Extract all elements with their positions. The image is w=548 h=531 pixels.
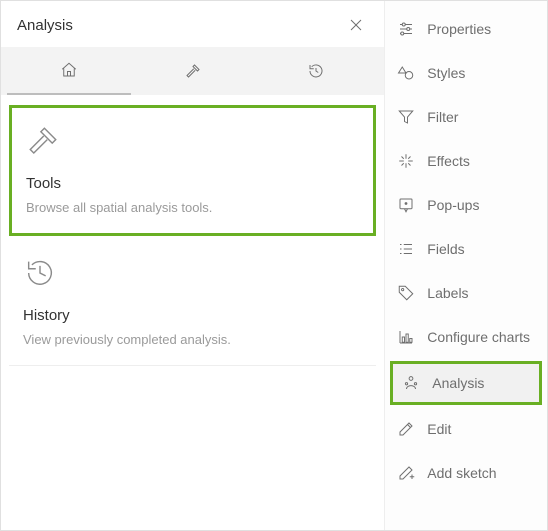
analysis-pane: Analysis	[0, 0, 548, 531]
sparkle-icon	[397, 152, 415, 170]
rail-styles[interactable]: Styles	[385, 51, 547, 95]
rail-analysis-highlight: Analysis	[390, 361, 542, 405]
analysis-icon	[402, 374, 420, 392]
settings-rail: Properties Styles Filter Effects Pop-ups	[385, 1, 547, 530]
tag-icon	[397, 284, 415, 302]
popup-icon	[397, 196, 415, 214]
rail-label: Pop-ups	[427, 197, 479, 213]
history-card-title: History	[23, 307, 362, 324]
home-icon	[60, 61, 78, 79]
home-cards: Tools Browse all spatial analysis tools.…	[1, 95, 384, 366]
tab-home[interactable]	[7, 47, 131, 95]
panel-header: Analysis	[1, 1, 384, 47]
history-icon	[307, 62, 325, 80]
rail-label: Add sketch	[427, 465, 496, 481]
rail-label: Styles	[427, 65, 465, 81]
tools-card[interactable]: Tools Browse all spatial analysis tools.	[9, 105, 376, 236]
rail-labels[interactable]: Labels	[385, 271, 547, 315]
close-button[interactable]	[344, 13, 368, 37]
rail-popups[interactable]: Pop-ups	[385, 183, 547, 227]
chart-icon	[397, 328, 415, 346]
hammer-icon	[26, 124, 359, 161]
analysis-tab-bar	[1, 47, 384, 95]
rail-label: Labels	[427, 285, 468, 301]
tools-card-desc: Browse all spatial analysis tools.	[26, 200, 359, 215]
rail-filter[interactable]: Filter	[385, 95, 547, 139]
rail-analysis[interactable]: Analysis	[393, 364, 539, 402]
rail-label: Analysis	[432, 375, 484, 391]
history-icon	[23, 256, 362, 293]
rail-label: Properties	[427, 21, 491, 37]
close-icon	[349, 18, 363, 32]
rail-edit[interactable]: Edit	[385, 407, 547, 451]
rail-label: Edit	[427, 421, 451, 437]
tools-card-title: Tools	[26, 175, 359, 192]
rail-add-sketch[interactable]: Add sketch	[385, 451, 547, 495]
list-icon	[397, 240, 415, 258]
rail-label: Configure charts	[427, 329, 530, 345]
funnel-icon	[397, 108, 415, 126]
shapes-icon	[397, 64, 415, 82]
history-card-desc: View previously completed analysis.	[23, 332, 362, 347]
tab-tools[interactable]	[131, 47, 255, 95]
rail-configure-charts[interactable]: Configure charts	[385, 315, 547, 359]
rail-fields[interactable]: Fields	[385, 227, 547, 271]
analysis-panel: Analysis	[1, 1, 385, 530]
sketch-icon	[397, 464, 415, 482]
sliders-icon	[397, 20, 415, 38]
rail-label: Fields	[427, 241, 464, 257]
pencil-icon	[397, 420, 415, 438]
rail-label: Filter	[427, 109, 458, 125]
history-card[interactable]: History View previously completed analys…	[9, 240, 376, 366]
panel-title: Analysis	[17, 17, 73, 34]
rail-properties[interactable]: Properties	[385, 7, 547, 51]
tab-history[interactable]	[255, 47, 379, 95]
rail-effects[interactable]: Effects	[385, 139, 547, 183]
rail-label: Effects	[427, 153, 470, 169]
hammer-icon	[184, 62, 202, 80]
